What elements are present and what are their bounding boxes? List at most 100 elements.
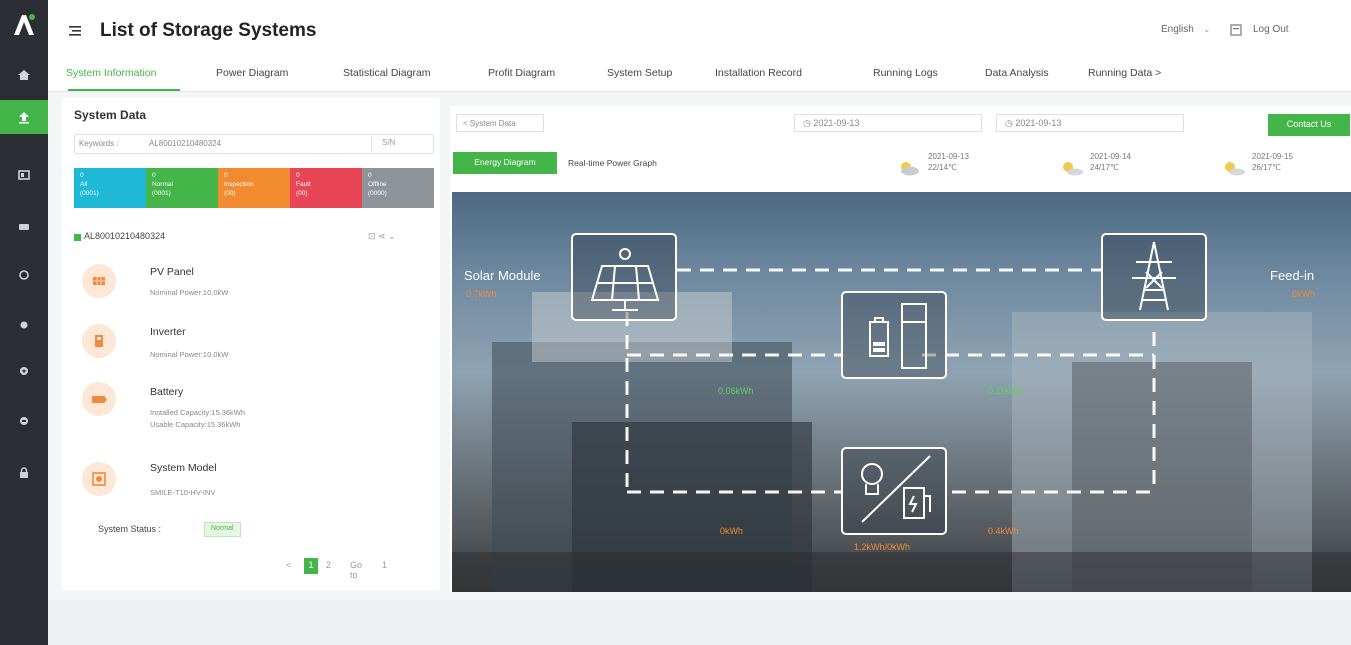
date-to-input[interactable]: ◷ 2021-09-13 — [996, 114, 1184, 132]
status-label: Inspection — [224, 180, 254, 188]
date-to-value: 2021-09-13 — [1015, 118, 1062, 128]
pv-panel-icon — [82, 264, 116, 298]
energy-flow-graphic — [452, 233, 1351, 592]
tab-system-information[interactable]: System Information — [66, 67, 156, 79]
side-nav-rail — [0, 0, 48, 645]
active-tab-indicator — [68, 89, 180, 91]
status-label: All — [80, 180, 88, 188]
inverter-power: Nominal Power:10.0kW — [150, 350, 229, 359]
date-from-input[interactable]: ◷ 2021-09-13 — [794, 114, 982, 132]
device-icon[interactable] — [0, 158, 48, 192]
status-label: Offline — [368, 180, 387, 188]
online-status-dot — [74, 234, 81, 241]
solar-module-label: Solar Module — [464, 268, 541, 283]
tab-power-diagram[interactable]: Power Diagram — [216, 67, 288, 79]
status-filter-bar: 0 All (0001) 0 Normal (0001) 0 Inspectio… — [74, 168, 434, 208]
status-sub: (0001) — [80, 189, 99, 197]
partly-sunny-icon — [1063, 162, 1083, 176]
prev-page-button[interactable]: < — [286, 560, 291, 570]
chevron-down-icon[interactable]: ⌄ — [1203, 24, 1211, 35]
status-count: 0 — [224, 172, 228, 179]
calendar-icon: ◷ — [803, 118, 814, 128]
monitor-icon[interactable] — [0, 210, 48, 244]
status-sub: (0000) — [368, 189, 387, 197]
weather-day-2: 2021-09-14 24/17℃ — [1090, 152, 1131, 174]
back-to-system-data[interactable]: < System Data — [456, 114, 544, 132]
status-inspection-filter[interactable]: 0 Inspection (00) — [218, 168, 290, 208]
goto-label: Go to — [350, 560, 363, 580]
goto-page-input[interactable]: 1 — [382, 560, 387, 570]
status-all-filter[interactable]: 0 All (0001) — [74, 168, 146, 208]
contact-us-button[interactable]: Contact Us — [1268, 114, 1350, 136]
tab-system-setup[interactable]: System Setup — [607, 67, 672, 79]
battery-title: Battery — [150, 386, 184, 398]
pv-panel-power: Nominal Power:10.0kW — [150, 288, 229, 297]
menu-toggle-icon[interactable] — [68, 24, 82, 38]
tab-statistical-diagram[interactable]: Statistical Diagram — [343, 67, 431, 79]
system-status-label: System Status : — [98, 524, 162, 534]
tab-profit-diagram[interactable]: Profit Diagram — [488, 67, 555, 79]
flow-solar-battery: 0.06kWh — [718, 386, 754, 396]
tab-installation-record[interactable]: Installation Record — [715, 67, 802, 79]
language-select[interactable]: English — [1161, 24, 1194, 35]
status-label: Normal — [152, 180, 173, 188]
weather-date: 2021-09-13 — [928, 152, 969, 161]
battery-installed: Installed Capacity:15.36kWh — [150, 408, 246, 417]
status-fault-filter[interactable]: 0 Fault (00) — [290, 168, 362, 208]
feed-in-value: 0kWh — [1292, 289, 1316, 299]
logout-link[interactable]: Log Out — [1253, 24, 1289, 35]
inverter-icon — [82, 324, 116, 358]
calendar-icon: ◷ — [1005, 118, 1016, 128]
tab-running-data[interactable]: Running Data > — [1088, 67, 1161, 79]
device-actions[interactable]: ⊡ ⋖ ⌄ — [368, 231, 396, 242]
page-2-button[interactable]: 2 — [326, 560, 331, 570]
status-count: 0 — [296, 172, 300, 179]
home-icon[interactable] — [0, 58, 48, 92]
tab-bar: System Information Power Diagram Statist… — [48, 58, 1351, 92]
system-data-panel: System Data Keywords : AL80010210480324 … — [62, 98, 440, 590]
lock-icon[interactable] — [0, 456, 48, 490]
date-from-value: 2021-09-13 — [813, 118, 860, 128]
status-offline-filter[interactable]: 0 Offline (0000) — [362, 168, 434, 208]
flow-grid-load: 0.4kWh — [988, 526, 1019, 536]
footer-area — [48, 600, 1351, 645]
panel-title: System Data — [74, 108, 147, 122]
status-normal-filter[interactable]: 0 Normal (0001) — [146, 168, 218, 208]
report-icon[interactable] — [0, 308, 48, 342]
system-model-title: System Model — [150, 462, 217, 474]
inverter-title: Inverter — [150, 326, 186, 338]
tab-realtime-power-graph[interactable]: Real-time Power Graph — [568, 158, 657, 168]
weather-date: 2021-09-14 — [1090, 152, 1131, 161]
page-1-button[interactable]: 1 — [304, 558, 318, 574]
weather-temp: 26/17℃ — [1252, 162, 1282, 172]
keyword-search-input[interactable]: Keywords : AL80010210480324 S/N — [74, 134, 434, 154]
weather-date: 2021-09-15 — [1252, 152, 1293, 161]
tab-energy-diagram[interactable]: Energy Diagram — [453, 152, 557, 174]
solar-module-value: 0.7kWh — [466, 289, 497, 299]
device-header[interactable]: AL80010210480324 ⊡ ⋖ ⌄ — [74, 231, 434, 245]
status-label: Fault — [296, 180, 311, 188]
status-badge: Normal — [204, 522, 241, 537]
flow-solar-load: 0kWh — [720, 526, 744, 536]
weather-day-1: 2021-09-13 22/14℃ — [928, 152, 969, 174]
tab-running-logs[interactable]: Running Logs — [873, 67, 938, 79]
tab-data-analysis[interactable]: Data Analysis — [985, 67, 1049, 79]
storage-system-icon[interactable] — [0, 100, 48, 134]
status-sub: (0001) — [152, 189, 171, 197]
device-serial: AL80010210480324 — [84, 231, 166, 241]
status-sub: (00) — [296, 189, 308, 197]
flow-battery-grid: 0.11kWh — [988, 386, 1023, 396]
search-value: AL80010210480324 — [149, 139, 222, 148]
settings-icon[interactable] — [0, 354, 48, 388]
energy-flow-diagram: Solar Module 0.7kWh Feed-in 0kWh 0.06kWh… — [452, 192, 1351, 592]
logout-icon[interactable] — [1230, 24, 1242, 36]
pv-panel-title: PV Panel — [150, 266, 194, 278]
weather-day-3: 2021-09-15 26/17℃ — [1252, 152, 1293, 174]
status-count: 0 — [368, 172, 372, 179]
app-logo-icon — [14, 14, 35, 35]
search-type-select[interactable]: S/N — [371, 137, 431, 151]
user-icon[interactable] — [0, 404, 48, 438]
alarm-icon[interactable] — [0, 258, 48, 292]
battery-icon — [82, 382, 116, 416]
cloudy-icon — [901, 162, 919, 176]
